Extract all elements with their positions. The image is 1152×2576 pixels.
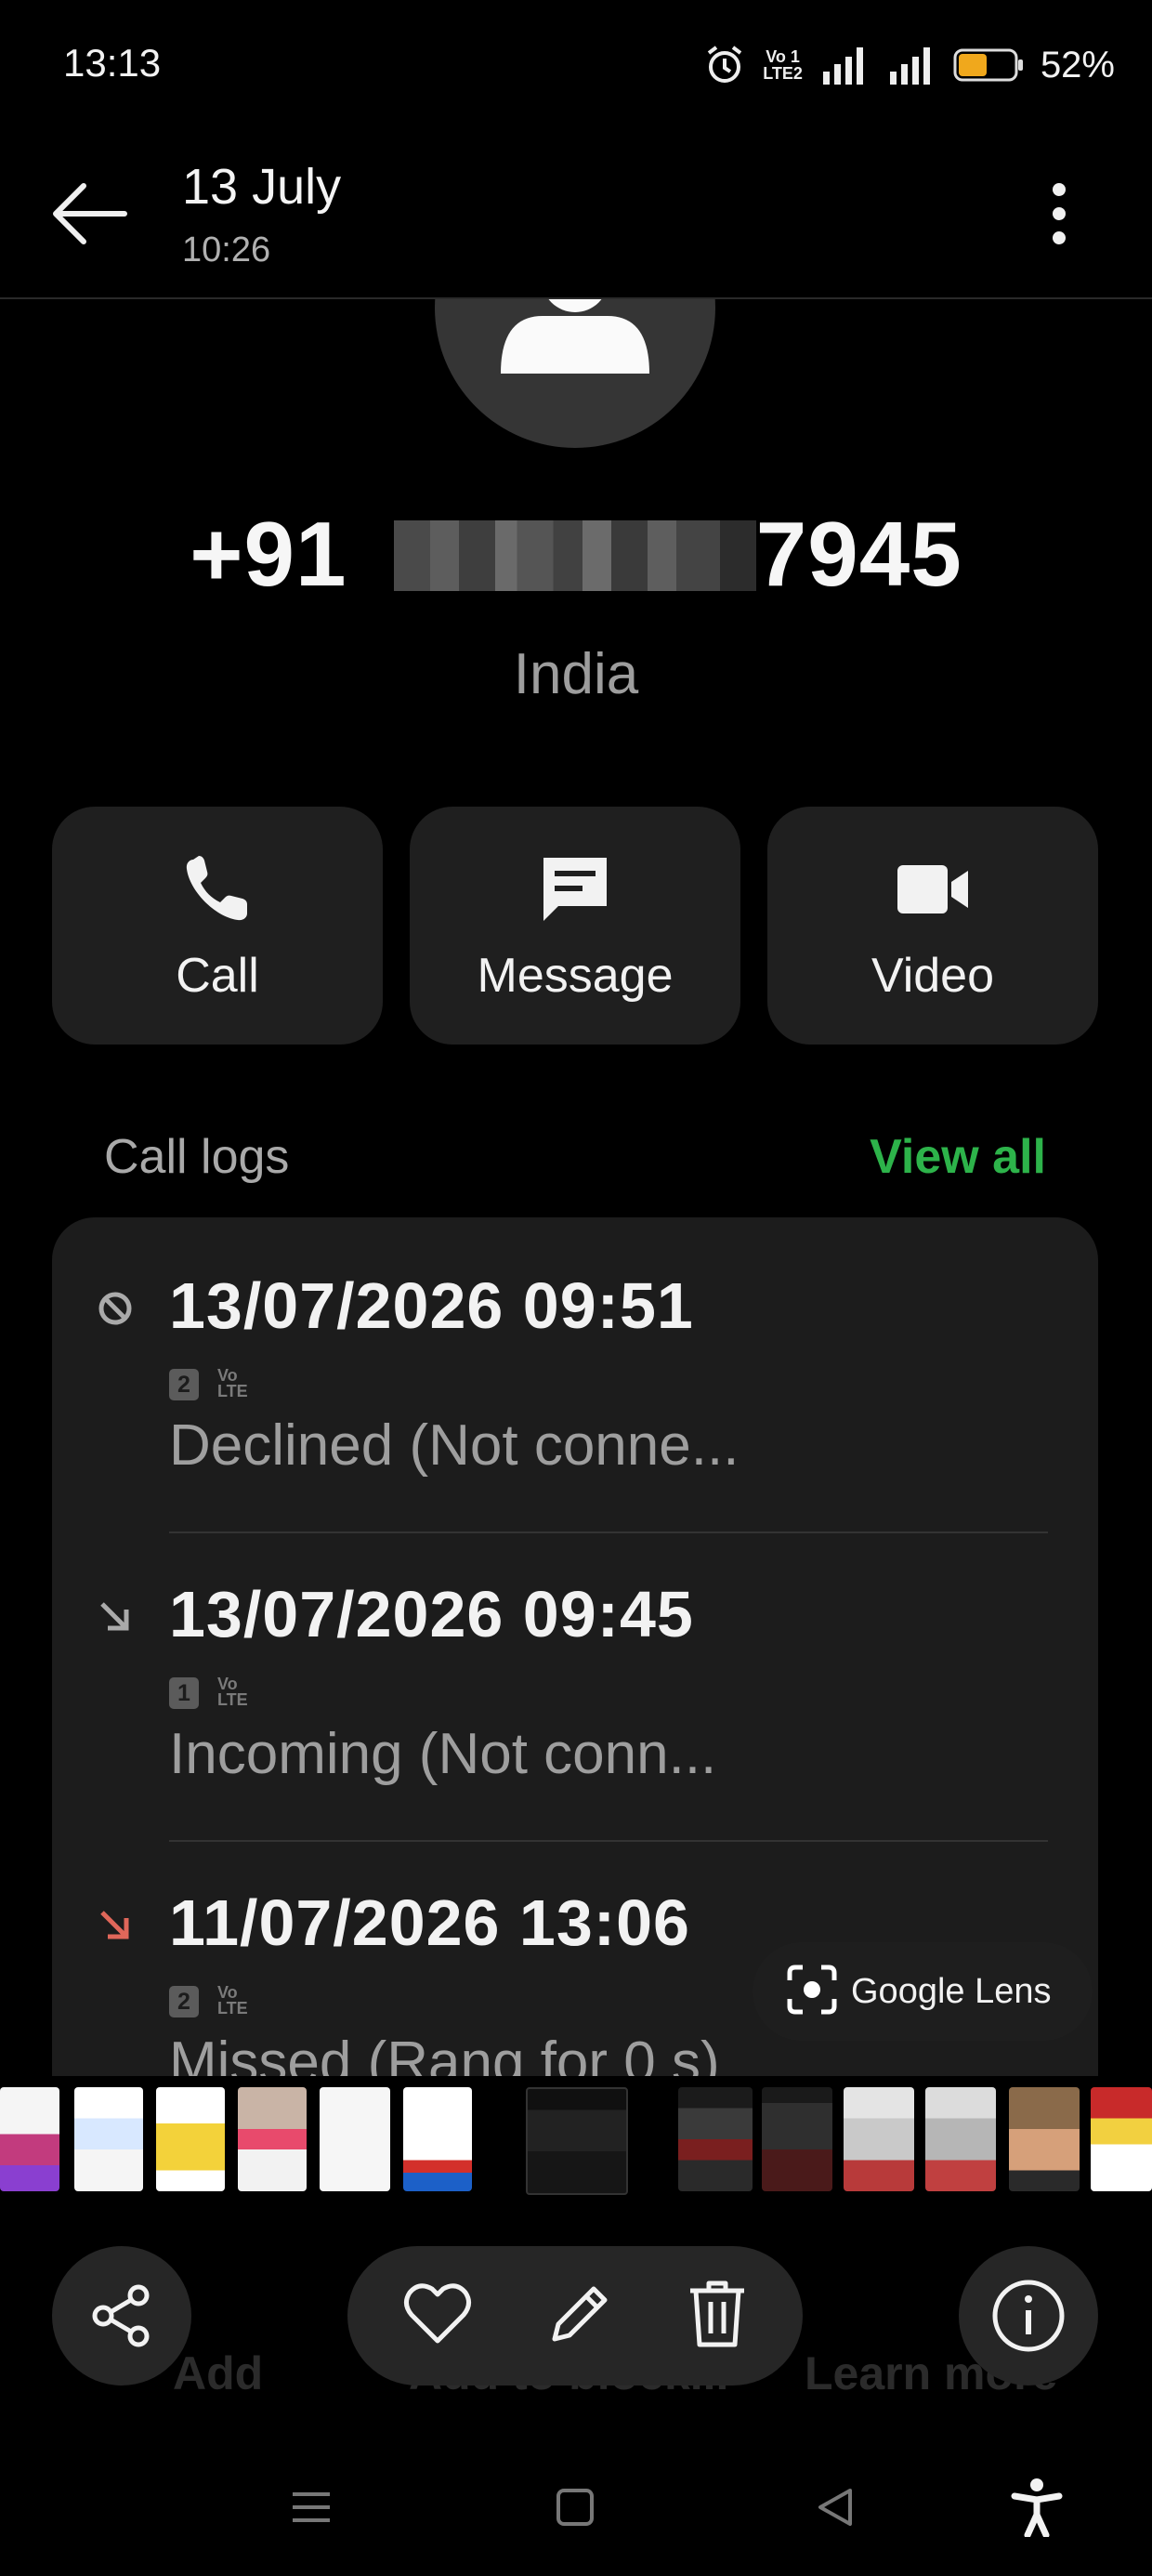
favorite-button[interactable]	[402, 2281, 473, 2351]
status-time-overlay: 13:13	[63, 41, 162, 85]
video-button[interactable]: Video	[767, 807, 1098, 1045]
menu-icon	[293, 2492, 330, 2522]
delete-button[interactable]	[687, 2278, 748, 2355]
google-lens-label: Google Lens	[851, 1971, 1052, 2011]
call-logs-title: Call logs	[104, 1130, 290, 1184]
thumbnail-current[interactable]	[526, 2087, 628, 2195]
phone-obscured	[393, 520, 756, 591]
log-datetime[interactable]: 11/07/2026 13:06	[169, 1886, 690, 1960]
heart-icon	[404, 2282, 471, 2343]
phone-prefix: +91	[190, 503, 347, 605]
thumbnail[interactable]	[844, 2087, 914, 2191]
back-button[interactable]	[46, 177, 136, 251]
thumbnail[interactable]	[403, 2087, 472, 2191]
declined-call-icon	[97, 1290, 134, 1332]
video-button-label: Video	[871, 949, 995, 1003]
page-subtitle: 10:26	[182, 230, 271, 269]
log-status: Declined (Not conne...	[169, 1413, 740, 1478]
accessibility-button[interactable]	[1009, 2476, 1065, 2539]
thumbnail[interactable]	[238, 2087, 307, 2191]
phone-icon	[180, 848, 255, 931]
recent-apps-button[interactable]	[288, 2476, 334, 2539]
status-icons-overlay: Vo 1 LTE2 52%	[703, 37, 1115, 93]
arrow-left-icon	[53, 183, 127, 244]
header-divider	[0, 297, 1152, 299]
trash-icon	[690, 2280, 744, 2346]
info-icon	[992, 2280, 1065, 2352]
thumbnail[interactable]	[762, 2087, 832, 2191]
pencil-icon	[552, 2286, 608, 2341]
call-button-label: Call	[176, 949, 259, 1003]
signal-icon	[819, 44, 870, 86]
message-button-label: Message	[477, 949, 674, 1003]
edit-button[interactable]	[545, 2280, 614, 2353]
phone-suffix: 7945	[755, 503, 962, 605]
info-button[interactable]	[959, 2246, 1098, 2385]
volte-label: Vo LTE	[217, 1983, 248, 2017]
missed-call-icon	[97, 1907, 134, 1949]
share-icon	[92, 2284, 150, 2347]
share-button[interactable]	[52, 2246, 191, 2385]
battery-icon	[953, 46, 1024, 84]
message-icon	[538, 848, 612, 931]
contact-country: India	[513, 642, 639, 706]
page-title: 13 July	[182, 159, 342, 215]
thumbnail[interactable]	[320, 2087, 390, 2191]
edit-toolbar	[347, 2246, 803, 2385]
google-lens-button[interactable]: Google Lens	[753, 1942, 1093, 2041]
volte-label: Vo LTE	[217, 1366, 248, 1400]
thumbnail[interactable]	[74, 2087, 143, 2191]
nav-back-button[interactable]	[812, 2476, 858, 2539]
contact-phone-number: +91 7945	[0, 502, 1152, 607]
signal-icon	[886, 44, 936, 86]
more-options-button[interactable]	[1031, 177, 1087, 251]
google-lens-icon	[786, 1964, 838, 2020]
log-datetime[interactable]: 13/07/2026 09:51	[169, 1268, 694, 1343]
alarm-icon	[703, 44, 746, 86]
thumbnail[interactable]	[1009, 2087, 1080, 2191]
battery-percent: 52%	[1040, 44, 1115, 85]
view-all-link[interactable]: View all	[870, 1129, 1046, 1185]
more-vertical-icon	[1053, 183, 1066, 244]
log-status: Incoming (Not conn...	[169, 1722, 717, 1786]
back-triangle-icon	[818, 2489, 852, 2526]
sim-badge: 2	[169, 1986, 199, 2017]
thumbnail[interactable]	[678, 2087, 753, 2191]
volte-icon: Vo 1LTE2	[763, 47, 803, 83]
thumbnail[interactable]	[156, 2087, 225, 2191]
thumbnail[interactable]	[925, 2087, 996, 2191]
message-button[interactable]: Message	[410, 807, 740, 1045]
log-datetime[interactable]: 13/07/2026 09:45	[169, 1577, 694, 1651]
incoming-call-icon	[97, 1598, 134, 1640]
call-button[interactable]: Call	[52, 807, 383, 1045]
thumbnail[interactable]	[1091, 2087, 1152, 2191]
sim-badge: 2	[169, 1369, 199, 1400]
home-button[interactable]	[552, 2476, 598, 2539]
thumbnail-strip	[0, 2076, 1152, 2212]
sim-badge: 1	[169, 1677, 199, 1709]
volte-label: Vo LTE	[217, 1675, 248, 1709]
home-square-icon	[556, 2489, 594, 2526]
accessibility-icon	[1011, 2478, 1063, 2537]
thumbnail[interactable]	[0, 2087, 59, 2191]
log-divider	[169, 1531, 1048, 1533]
video-camera-icon	[894, 848, 972, 931]
log-divider	[169, 1840, 1048, 1842]
ghost-label: Add	[173, 2347, 264, 2399]
